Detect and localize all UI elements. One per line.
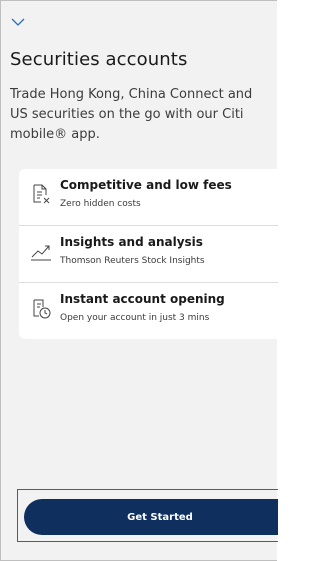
chevron-down-icon (11, 18, 25, 26)
get-started-button[interactable]: Get Started (24, 499, 278, 535)
features-card: Competitive and low fees Zero hidden cos… (19, 169, 278, 339)
collapse-button[interactable] (11, 15, 33, 29)
trend-chart-icon (31, 245, 51, 261)
feature-item-insights: Insights and analysis Thomson Reuters St… (19, 226, 278, 282)
feature-item-fees: Competitive and low fees Zero hidden cos… (19, 169, 278, 225)
feature-title: Competitive and low fees (60, 178, 232, 192)
page-description: Trade Hong Kong, China Connect and US se… (10, 87, 253, 142)
feature-subtitle: Open your account in just 3 mins (60, 313, 210, 323)
feature-title: Instant account opening (60, 292, 225, 306)
feature-item-opening: Instant account opening Open your accoun… (19, 283, 278, 339)
page-title: Securities accounts (10, 49, 188, 70)
feature-subtitle: Zero hidden costs (60, 199, 141, 209)
feature-title: Insights and analysis (60, 235, 203, 249)
clock-document-icon (33, 299, 51, 319)
feature-subtitle: Thomson Reuters Stock Insights (60, 256, 205, 266)
document-fee-icon (33, 184, 50, 204)
securities-accounts-panel: Securities accounts Trade Hong Kong, Chi… (0, 0, 278, 561)
